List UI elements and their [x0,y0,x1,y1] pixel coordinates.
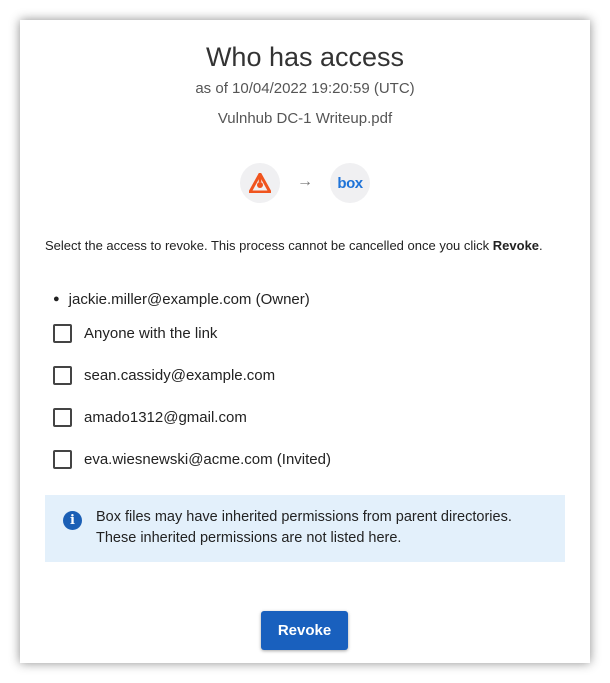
arrow-right-icon: → [297,173,313,190]
source-app-logo-icon [240,163,280,203]
access-timestamp: as of 10/04/2022 19:20:59 (UTC) [195,80,415,97]
checkbox[interactable] [53,449,72,469]
revoke-button[interactable]: Revoke [261,611,348,650]
option-label: sean.cassidy@example.com [84,366,276,384]
inherited-permissions-notice: i Box files may have inherited permissio… [45,495,565,562]
access-option-sean-cassidy[interactable]: sean.cassidy@example.com [53,364,275,386]
owner-entry: ● jackie.miller@example.com (Owner) [53,291,310,308]
option-label: amado1312@gmail.com [84,408,247,426]
box-logo-text: box [337,174,363,192]
box-logo-icon: box [330,163,370,203]
access-option-eva-wiesnewski[interactable]: eva.wiesnewski@acme.com (Invited) [53,448,331,470]
revoke-instructions: Select the access to revoke. This proces… [45,238,543,253]
access-option-amado1312[interactable]: amado1312@gmail.com [53,406,247,428]
file-name: Vulnhub DC-1 Writeup.pdf [217,110,393,127]
revoke-emphasis: Revoke [492,238,540,253]
checkbox[interactable] [53,365,72,385]
option-label: eva.wiesnewski@acme.com (Invited) [84,450,331,468]
checkbox[interactable] [53,407,72,427]
owner-email: jackie.miller@example.com (Owner) [68,291,310,308]
bullet-icon: ● [53,293,60,305]
access-dialog: Who has access as of 10/04/2022 19:20:59… [20,20,590,663]
dialog-title: Who has access [205,42,405,72]
access-option-anyone-with-link[interactable]: Anyone with the link [53,322,217,344]
info-icon: i [63,511,82,530]
notice-text: Box files may have inherited permissions… [96,509,512,546]
option-label: Anyone with the link [84,324,218,342]
checkbox[interactable] [53,323,72,343]
